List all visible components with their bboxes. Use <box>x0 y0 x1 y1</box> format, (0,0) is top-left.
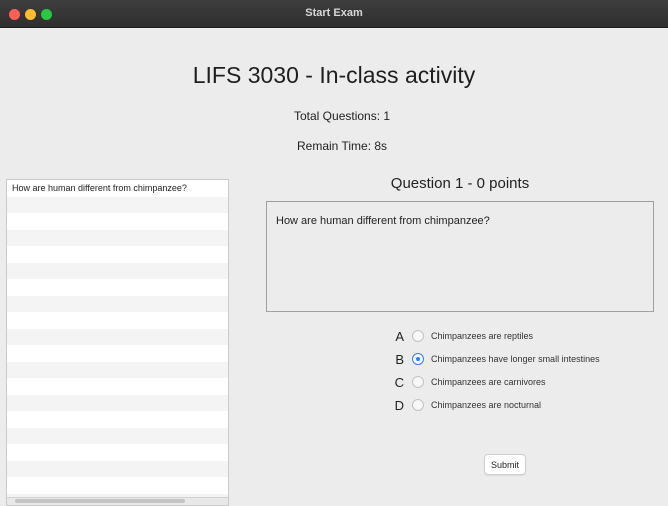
remain-time-label: Remain Time: 8s <box>297 139 388 153</box>
question-heading: Question 1 - 0 points <box>390 175 530 192</box>
option-d[interactable]: D Chimpanzees are nocturnal <box>380 396 660 414</box>
question-text-box: How are human different from chimpanzee? <box>266 201 654 312</box>
question-list-empty-row <box>7 213 228 230</box>
option-a[interactable]: A Chimpanzees are reptiles <box>380 327 660 345</box>
option-label[interactable]: Chimpanzees have longer small intestines <box>431 354 600 364</box>
radio-button[interactable] <box>412 330 424 342</box>
option-letter: A <box>395 328 404 344</box>
option-letter: B <box>395 351 404 367</box>
scrollbar-thumb[interactable] <box>15 499 185 503</box>
question-list-empty-row <box>7 262 228 279</box>
option-b[interactable]: B Chimpanzees have longer small intestin… <box>380 350 660 368</box>
option-letter: C <box>394 374 404 390</box>
option-label[interactable]: Chimpanzees are nocturnal <box>431 400 541 410</box>
question-list-empty-row <box>7 394 228 411</box>
question-list[interactable]: How are human different from chimpanzee? <box>6 179 229 506</box>
question-list-rows: How are human different from chimpanzee? <box>7 180 228 505</box>
question-list-empty-row <box>7 328 228 345</box>
question-list-empty-row <box>7 246 228 263</box>
option-label[interactable]: Chimpanzees are carnivores <box>431 377 546 387</box>
radio-button[interactable] <box>412 399 424 411</box>
question-text: How are human different from chimpanzee? <box>276 215 490 227</box>
title-bar[interactable]: Start Exam <box>0 0 668 28</box>
question-list-empty-row <box>7 444 228 461</box>
question-list-item[interactable]: How are human different from chimpanzee? <box>7 180 228 197</box>
radio-button[interactable] <box>412 376 424 388</box>
exam-title: LIFS 3030 - In-class activity <box>192 62 476 88</box>
option-letter: D <box>394 397 404 413</box>
question-list-empty-row <box>7 460 228 477</box>
question-list-empty-row <box>7 295 228 312</box>
submit-button[interactable]: Submit <box>484 454 526 475</box>
question-list-empty-row <box>7 427 228 444</box>
question-list-empty-row <box>7 361 228 378</box>
question-list-empty-row <box>7 196 228 213</box>
radio-button[interactable] <box>412 353 424 365</box>
option-c[interactable]: C Chimpanzees are carnivores <box>380 373 660 391</box>
question-list-empty-row <box>7 345 228 362</box>
option-label[interactable]: Chimpanzees are reptiles <box>431 331 533 341</box>
question-list-empty-row <box>7 411 228 428</box>
question-list-empty-row <box>7 279 228 296</box>
question-list-empty-row <box>7 477 228 494</box>
window-title: Start Exam <box>305 7 363 19</box>
question-list-empty-row <box>7 229 228 246</box>
total-questions-label: Total Questions: 1 <box>294 109 391 123</box>
question-list-empty-row <box>7 312 228 329</box>
question-list-empty-row <box>7 378 228 395</box>
horizontal-scrollbar[interactable] <box>7 497 228 505</box>
